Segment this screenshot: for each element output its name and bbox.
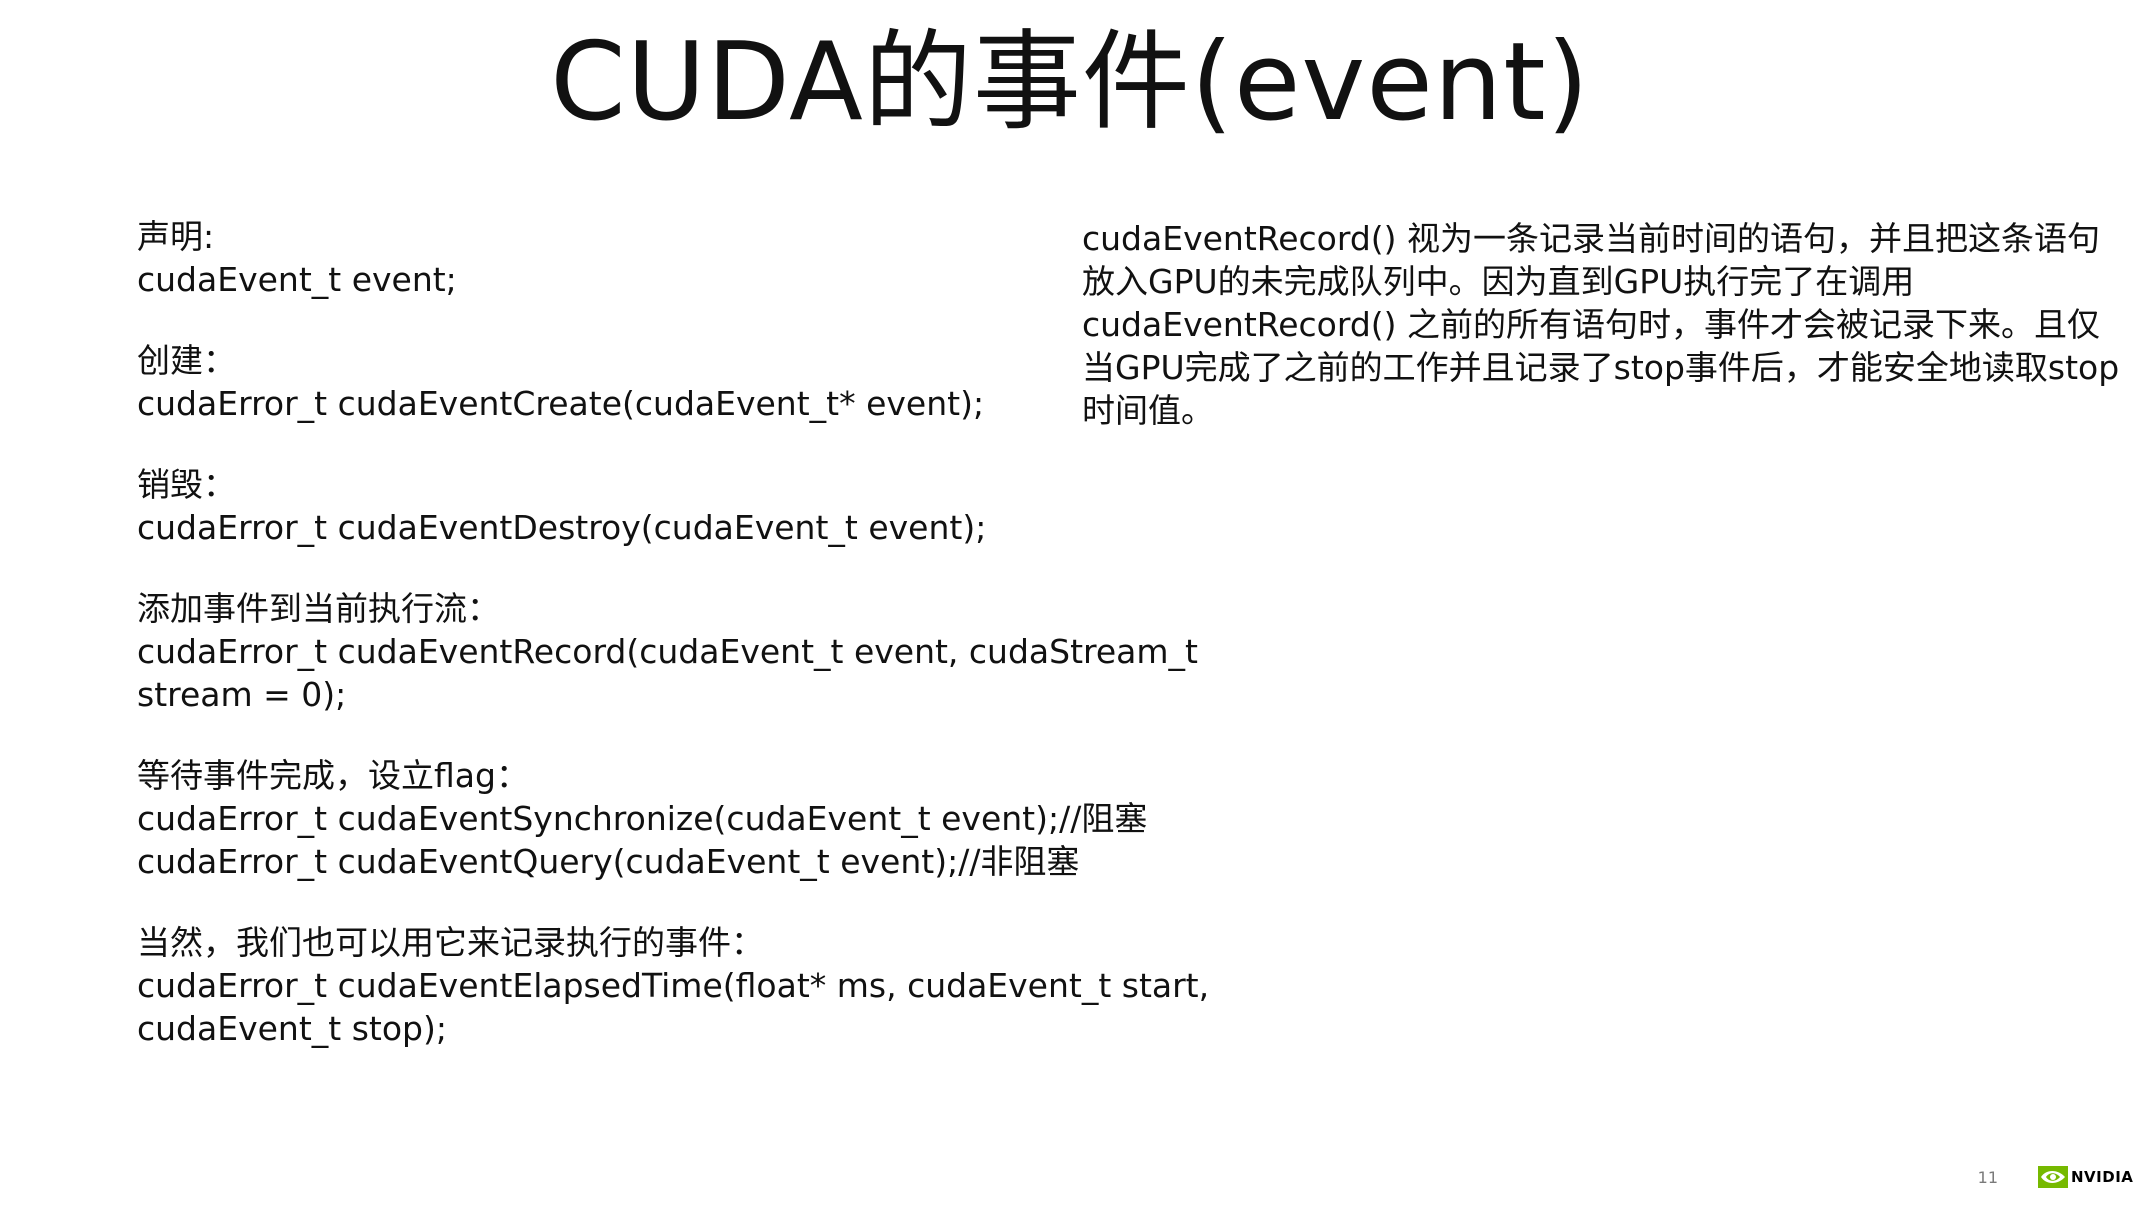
page-number: 11 <box>1977 1168 1998 1187</box>
api-block-elapsed: 当然，我们也可以用它来记录执行的事件： cudaError_t cudaEven… <box>137 921 1210 1050</box>
block-heading: 声明: <box>137 217 215 256</box>
api-block-create: 创建： cudaError_t cudaEventCreate(cudaEven… <box>137 339 1177 425</box>
code-line: cudaError_t cudaEventCreate(cudaEvent_t*… <box>137 384 985 423</box>
code-line: cudaError_t cudaEventSynchronize(cudaEve… <box>137 799 1148 838</box>
code-line: cudaError_t cudaEventElapsedTime(float* … <box>137 966 1210 1005</box>
block-heading: 等待事件完成，设立flag： <box>137 756 529 795</box>
api-list: 声明: cudaEvent_t event; 创建： cudaError_t c… <box>137 215 1210 1088</box>
code-line: cudaError_t cudaEventQuery(cudaEvent_t e… <box>137 842 1080 881</box>
block-heading: 销毁： <box>137 465 236 504</box>
explanation-column: cudaEventRecord() 视为一条记录当前时间的语句，并且把这条语句放… <box>1082 217 2122 432</box>
api-block-destroy: 销毁： cudaError_t cudaEventDestroy(cudaEve… <box>137 463 1177 549</box>
block-heading: 创建： <box>137 341 236 380</box>
code-line: stream = 0); <box>137 675 347 714</box>
slide: CUDA的事件(event) 声明: cudaEvent_t event; 创建… <box>0 0 2140 1206</box>
code-line: cudaError_t cudaEventDestroy(cudaEvent_t… <box>137 508 987 547</box>
code-line: cudaEvent_t stop); <box>137 1009 447 1048</box>
nvidia-logo: NVIDIA <box>2038 1163 2134 1191</box>
explanation-paragraph: cudaEventRecord() 视为一条记录当前时间的语句，并且把这条语句放… <box>1082 219 2120 430</box>
api-block-declare: 声明: cudaEvent_t event; <box>137 215 1177 301</box>
nvidia-wordmark: NVIDIA <box>2071 1168 2134 1186</box>
code-line: cudaError_t cudaEventRecord(cudaEvent_t … <box>137 632 1198 671</box>
block-heading: 添加事件到当前执行流： <box>137 589 500 628</box>
slide-title: CUDA的事件(event) <box>550 20 1590 145</box>
nvidia-eye-icon <box>2038 1166 2068 1188</box>
block-heading: 当然，我们也可以用它来记录执行的事件： <box>137 923 764 962</box>
code-line: cudaEvent_t event; <box>137 260 457 299</box>
api-block-record: 添加事件到当前执行流： cudaError_t cudaEventRecord(… <box>137 587 1198 716</box>
api-block-sync: 等待事件完成，设立flag： cudaError_t cudaEventSync… <box>137 754 1177 883</box>
